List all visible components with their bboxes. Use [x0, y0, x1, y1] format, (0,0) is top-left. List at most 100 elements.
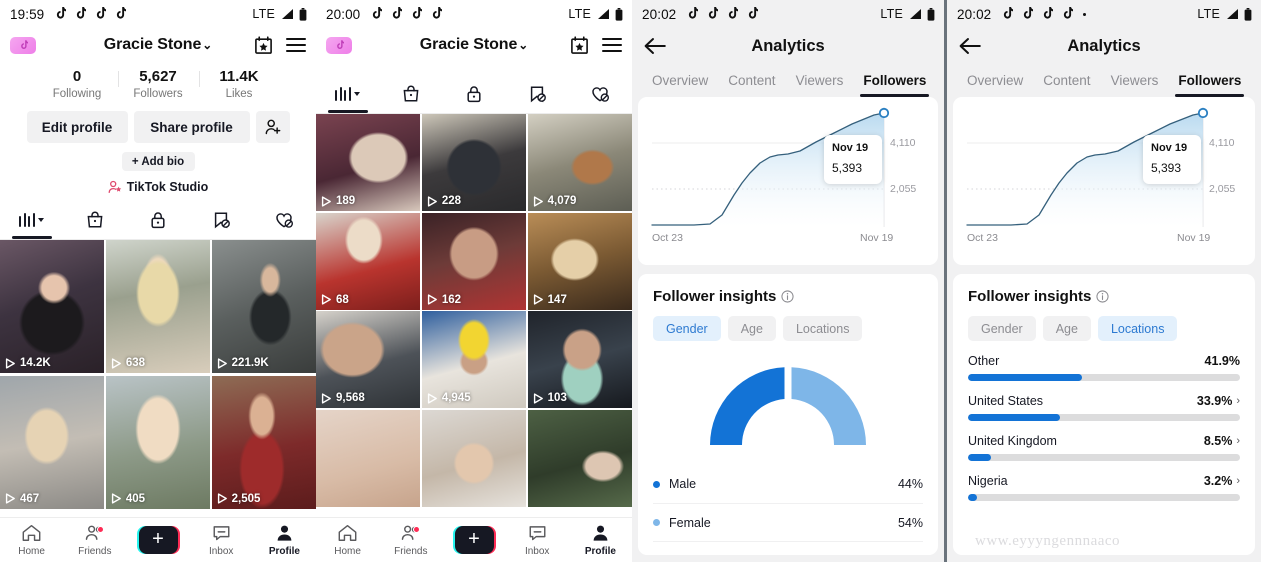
tab-grid[interactable]	[0, 200, 63, 239]
create-plus-icon[interactable]: +	[452, 526, 496, 554]
tiktok-studio-link[interactable]: TikTok Studio	[0, 180, 316, 194]
video-thumbnail[interactable]: 4,945	[421, 311, 527, 408]
tab-private[interactable]	[126, 200, 189, 239]
heart-slash-icon	[276, 212, 294, 228]
nav-home[interactable]: Home	[316, 523, 379, 557]
tab-reposts[interactable]	[190, 200, 253, 239]
video-thumbnail[interactable]: 189	[316, 114, 421, 211]
add-friend-button[interactable]	[255, 111, 290, 143]
tab-followers[interactable]: Followers	[853, 64, 936, 97]
video-thumbnail[interactable]: 162	[421, 212, 527, 310]
tab-viewers[interactable]: Viewers	[786, 64, 854, 97]
signal-icon	[282, 9, 293, 19]
nav-home[interactable]: Home	[0, 523, 63, 557]
video-thumbnail[interactable]	[316, 409, 421, 507]
status-notification-icons	[370, 7, 443, 21]
video-thumbnail[interactable]: 147	[527, 212, 632, 310]
nav-friends[interactable]: Friends	[63, 523, 126, 557]
video-thumbnail[interactable]	[527, 409, 632, 507]
star-calendar-icon[interactable]	[254, 35, 273, 55]
nav-inbox[interactable]: Inbox	[190, 523, 253, 557]
location-name: United States	[968, 394, 1044, 408]
pill-gender[interactable]: Gender	[653, 316, 721, 341]
create-plus-icon[interactable]: +	[136, 526, 180, 554]
view-count-label: 9,568	[336, 392, 365, 404]
video-thumbnail[interactable]: 2,505	[211, 375, 316, 509]
insights-filter-pills: Gender Age Locations	[653, 316, 923, 341]
video-thumbnail[interactable]: 221.9K	[211, 240, 316, 373]
video-view-count: 9,568	[321, 392, 365, 404]
nav-create[interactable]: +	[442, 526, 505, 554]
panel-analytics-gender: 20:02 LTE Analytics Overview Content Vie…	[632, 0, 944, 562]
play-icon	[111, 493, 121, 504]
play-icon	[321, 294, 331, 305]
edit-profile-button[interactable]: Edit profile	[26, 111, 128, 143]
legend-value: 44%	[897, 477, 923, 491]
tab-reposts[interactable]	[506, 74, 569, 113]
tab-shop[interactable]	[63, 200, 126, 239]
pill-age[interactable]: Age	[1042, 316, 1091, 341]
tiktok-glyph-icon	[20, 39, 28, 49]
profile-header-actions	[570, 35, 622, 55]
stat-likes[interactable]: 11.4K Likes	[198, 68, 280, 101]
pill-locations[interactable]: Locations	[782, 316, 863, 341]
tab-shop[interactable]	[379, 74, 442, 113]
play-icon	[5, 493, 15, 504]
pill-age[interactable]: Age	[727, 316, 776, 341]
back-arrow-icon[interactable]	[644, 37, 666, 55]
stat-followers[interactable]: 5,627 Followers	[117, 68, 199, 101]
chart-ytick-upper: 4,110	[890, 137, 916, 149]
star-calendar-icon[interactable]	[570, 35, 589, 55]
watermark-text: www.eyyyngennnaaco	[975, 533, 1121, 549]
tab-grid[interactable]	[316, 74, 379, 113]
tab-private[interactable]	[442, 74, 505, 113]
status-bar: 20:02 LTE	[947, 0, 1261, 28]
video-thumbnail[interactable]: 467	[0, 375, 105, 509]
video-view-count: 2,505	[217, 493, 260, 505]
stat-following[interactable]: 0 Following	[37, 68, 118, 101]
location-row-united-kingdom[interactable]: United Kingdom 8.5% ›	[968, 434, 1240, 461]
tab-liked[interactable]	[569, 74, 632, 113]
add-bio-button[interactable]: + Add bio	[121, 152, 195, 171]
info-icon[interactable]	[781, 290, 794, 303]
nav-friends[interactable]: Friends	[379, 523, 442, 557]
video-thumbnail[interactable]: 14.2K	[0, 240, 105, 373]
tab-overview[interactable]: Overview	[642, 64, 718, 97]
tiktok-badge-icon[interactable]	[10, 36, 36, 54]
pill-locations[interactable]: Locations	[1097, 316, 1178, 341]
video-thumbnail[interactable]: 9,568	[316, 311, 421, 408]
tab-viewers[interactable]: Viewers	[1101, 64, 1169, 97]
video-thumbnail[interactable]: 228	[421, 114, 527, 211]
video-thumbnail[interactable]: 638	[105, 240, 211, 373]
tab-content[interactable]: Content	[1033, 64, 1100, 97]
share-profile-button[interactable]: Share profile	[133, 111, 250, 143]
pill-gender[interactable]: Gender	[968, 316, 1036, 341]
hamburger-menu-icon[interactable]	[602, 38, 622, 52]
location-row-other[interactable]: Other 41.9%	[968, 354, 1240, 381]
video-thumbnail[interactable]: 68	[316, 212, 421, 310]
play-icon	[321, 195, 331, 207]
tab-content[interactable]: Content	[718, 64, 785, 97]
info-icon[interactable]	[1096, 290, 1109, 303]
nav-create[interactable]: +	[126, 526, 189, 554]
tiktok-note-icon	[749, 7, 759, 19]
tiktok-badge-icon[interactable]	[326, 36, 352, 54]
follower-growth-chart-card: 4,110 2,055 Oct 23 Nov 19 Nov 19 5,393	[953, 97, 1255, 265]
video-view-count: 228	[427, 195, 461, 207]
video-thumbnail[interactable]: 4,079	[527, 114, 632, 211]
video-thumbnail[interactable]: 103	[527, 311, 632, 408]
nav-profile[interactable]: Profile	[253, 523, 316, 557]
nav-inbox[interactable]: Inbox	[506, 523, 569, 557]
hamburger-menu-icon[interactable]	[286, 38, 306, 52]
nav-profile[interactable]: Profile	[569, 523, 632, 557]
tab-liked[interactable]	[253, 200, 316, 239]
video-thumbnail[interactable]	[421, 409, 527, 507]
back-arrow-icon[interactable]	[959, 37, 981, 55]
video-thumbnail[interactable]: 405	[105, 375, 211, 509]
location-row-united-states[interactable]: United States 33.9% ›	[968, 394, 1240, 421]
location-name: Other	[968, 354, 1000, 368]
video-view-count: 14.2K	[5, 357, 51, 369]
tab-overview[interactable]: Overview	[957, 64, 1033, 97]
location-row-nigeria[interactable]: Nigeria 3.2% ›	[968, 474, 1240, 501]
tab-followers[interactable]: Followers	[1168, 64, 1251, 97]
